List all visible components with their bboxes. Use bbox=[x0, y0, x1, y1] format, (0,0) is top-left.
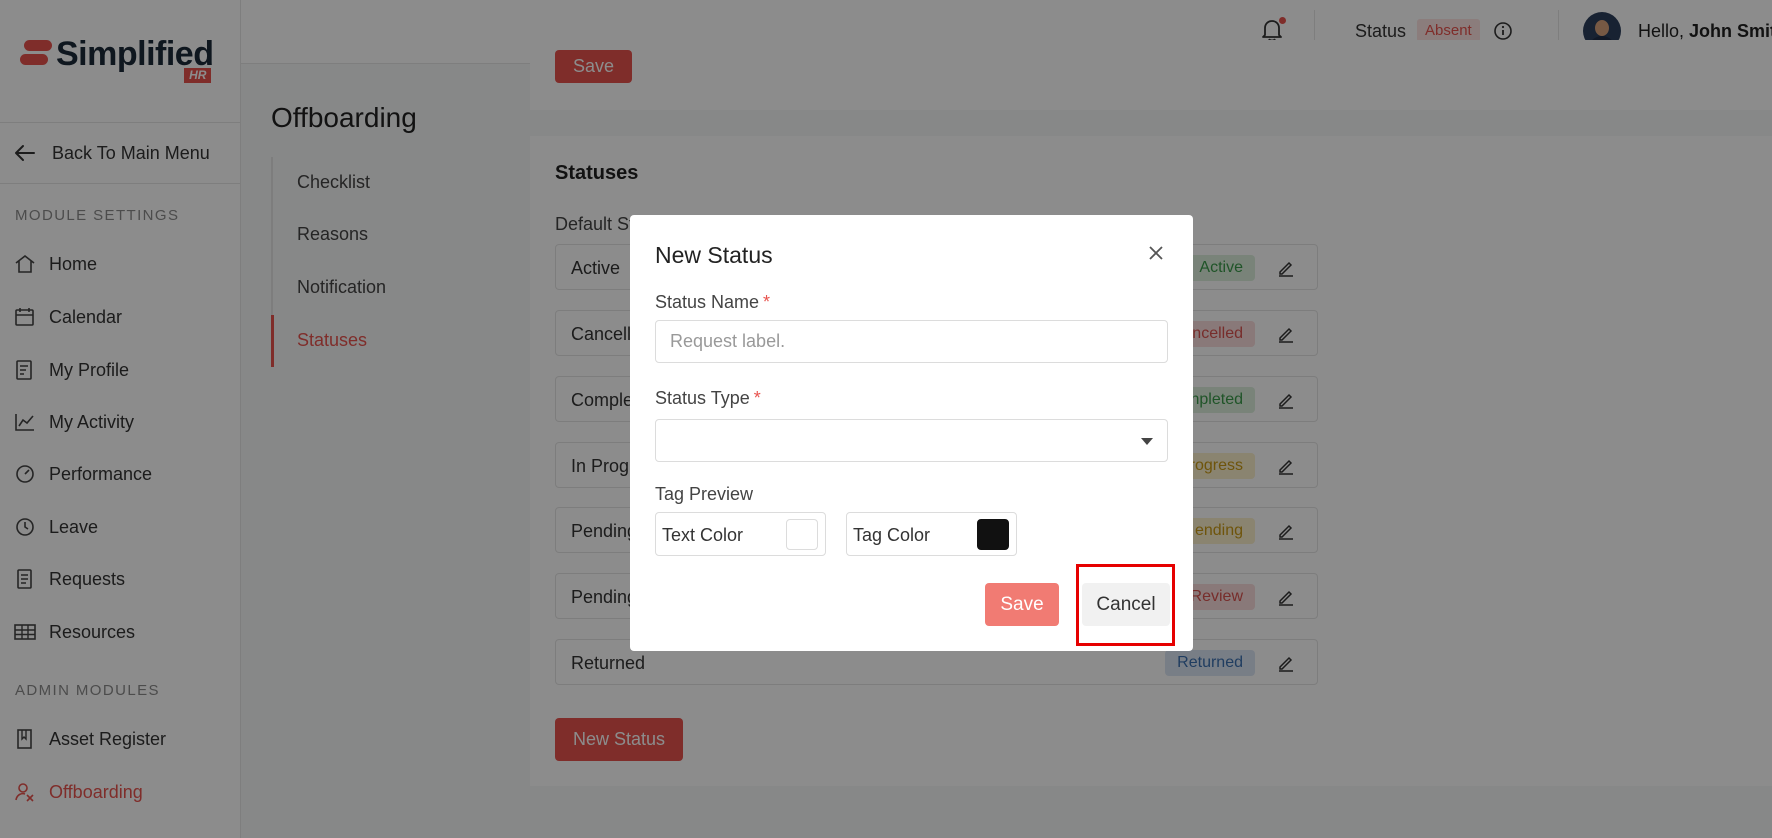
text-color-picker[interactable]: Text Color bbox=[655, 512, 826, 556]
modal-title: New Status bbox=[655, 242, 773, 268]
tag-color-picker[interactable]: Tag Color bbox=[846, 512, 1017, 556]
close-icon[interactable] bbox=[1148, 245, 1164, 261]
status-type-select[interactable] bbox=[655, 419, 1168, 462]
tag-color-swatch[interactable] bbox=[977, 519, 1009, 550]
save-button[interactable]: Save bbox=[985, 583, 1059, 626]
caret-down-icon bbox=[1141, 438, 1153, 445]
tag-color-label: Tag Color bbox=[853, 525, 931, 545]
text-color-swatch[interactable] bbox=[786, 519, 818, 550]
tag-preview-label: Tag Preview bbox=[655, 484, 754, 504]
status-type-label: Status Type * bbox=[655, 388, 761, 408]
cancel-highlight-box bbox=[1076, 564, 1175, 646]
status-name-label: Status Name * bbox=[655, 292, 771, 312]
text-color-label: Text Color bbox=[662, 525, 744, 545]
status-name-input[interactable] bbox=[655, 320, 1168, 363]
